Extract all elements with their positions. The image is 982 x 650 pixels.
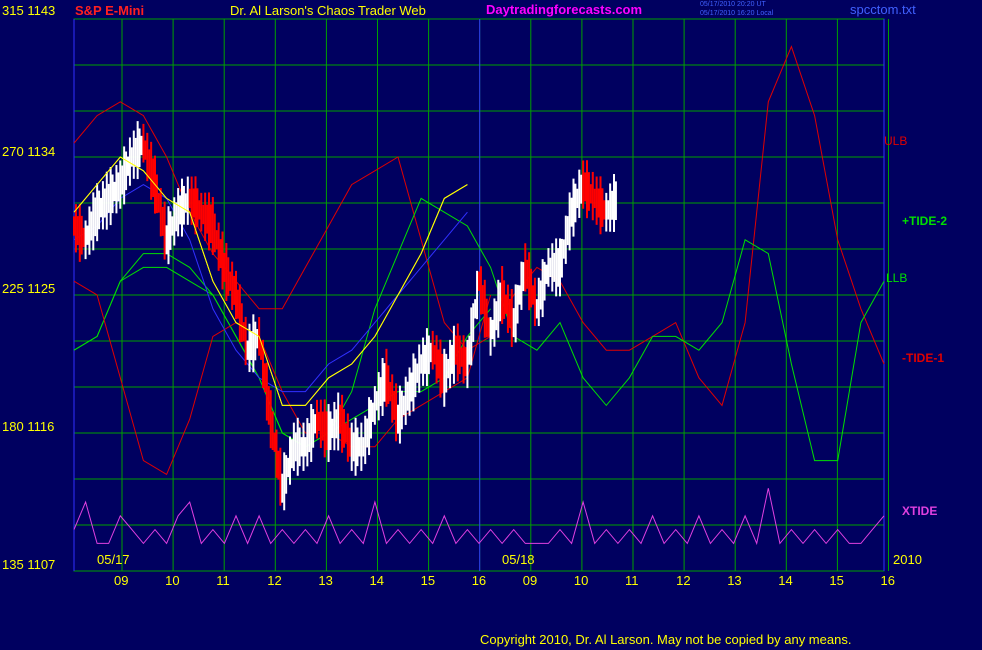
hour-tick-label: 14 [778,573,793,588]
site-name: Daytradingforecasts.com [486,2,643,17]
symbol-label: S&P E-Mini [75,3,145,18]
y-label-1134: 270 1134 [2,144,56,159]
hour-tick-label: 13 [727,573,742,588]
copyright: Copyright 2010, Dr. Al Larson. May not b… [480,632,852,647]
date-label-0518: 05/18 [502,552,535,567]
hour-tick-label: 16 [880,573,895,588]
hour-tick-label: 12 [676,573,691,588]
y-label-1116: 180 1116 [2,419,55,434]
timestamp-utc: 05/17/2010 20:20 UT [700,1,766,8]
hour-tick-label: 09 [114,573,129,588]
label-tide2: +TIDE-2 [902,214,948,228]
hour-tick-label: 15 [829,573,844,588]
hour-tick-label: 13 [318,573,333,588]
hour-tick-label: 16 [471,573,487,588]
label-xtide: XTIDE [902,504,938,518]
hour-tick-label: 09 [522,573,538,588]
chart-svg [73,18,889,572]
hour-tick-label: 12 [267,573,282,588]
chart-window: S&P E-Mini Dr. Al Larson's Chaos Trader … [0,0,982,650]
hour-tick-label: 11 [216,573,230,588]
label-ulb: ULB [884,134,908,148]
series-xtide [73,488,885,546]
hour-tick-label: 14 [369,573,384,588]
label-tide1: -TIDE-1 [902,351,944,365]
hour-tick-label: 15 [420,573,436,588]
timestamp-local: 05/17/2010 16:20 Local [700,10,774,17]
series--tide-2 [73,197,885,462]
date-label-0517: 05/17 [97,552,130,567]
year-label: 2010 [893,552,922,567]
hour-tick-label: 11 [625,573,639,588]
y-label-1125: 225 1125 [2,281,56,296]
hour-tick-label: 10 [573,573,589,588]
chart-title: Dr. Al Larson's Chaos Trader Web [230,3,426,18]
y-label-1143: 315 1143 [2,3,56,18]
data-filename: spcctom.txt [850,2,916,17]
y-label-1107: 135 1107 [2,557,56,572]
label-llb: LLB [886,271,908,285]
hour-tick-label: 10 [165,573,180,588]
series-blue [73,184,468,393]
